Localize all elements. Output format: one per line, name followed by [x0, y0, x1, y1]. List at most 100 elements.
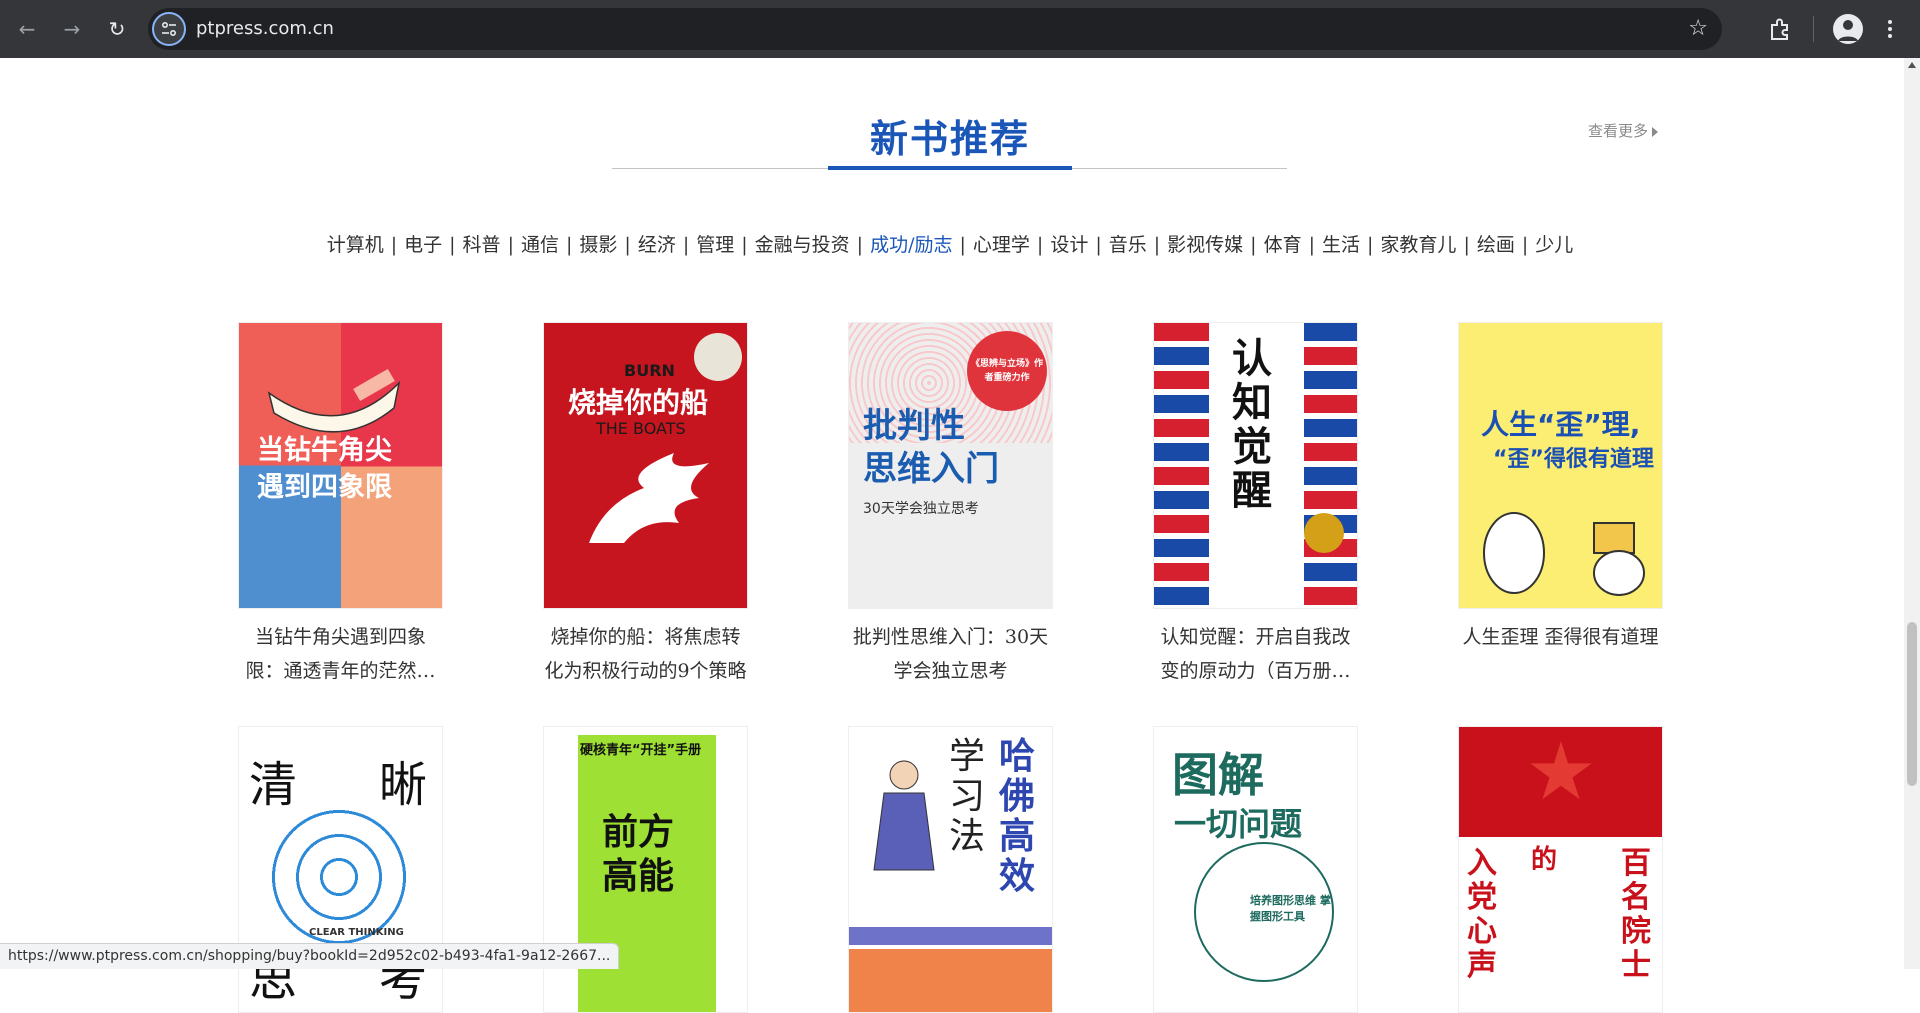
category-separator: |	[390, 234, 398, 256]
back-icon[interactable]: ←	[10, 12, 44, 46]
url-text[interactable]: ptpress.com.cn	[196, 18, 334, 39]
cover-subtitle: 硬核青年“开挂”手册	[580, 743, 702, 758]
cover-title: 烧掉你的船	[568, 386, 709, 419]
book-cover[interactable]: 认知觉醒	[1153, 322, 1358, 609]
book-title-line[interactable]: 限：通透青年的茫然…	[218, 654, 463, 688]
cover-title: 批判性	[863, 406, 965, 446]
book-title-line[interactable]: 批判性思维入门：30天	[828, 620, 1073, 654]
cover-title: 学习法	[949, 736, 986, 857]
cover-subtitle: 30天学会独立思考	[863, 501, 979, 517]
cover-subtitle: 培养图形思维 掌握图形工具	[1250, 894, 1331, 923]
book-title-line[interactable]: 当钻牛角尖遇到四象	[218, 620, 463, 654]
book-title[interactable]: 烧掉你的船：将焦虑转 化为积极行动的9个策略	[523, 620, 768, 688]
book-cover[interactable]: BURN 烧掉你的船 THE BOATS	[543, 322, 748, 609]
category-separator: |	[1036, 234, 1044, 256]
bookmark-star-icon[interactable]: ☆	[1688, 16, 1708, 41]
cover-title: 认知觉醒	[1232, 336, 1272, 514]
cover-title: 当钻牛角尖	[257, 435, 392, 466]
site-info-icon[interactable]	[152, 12, 186, 46]
category-music[interactable]: 音乐	[1107, 230, 1149, 257]
category-separator: |	[1367, 234, 1374, 256]
browser-menu-icon[interactable]	[1880, 14, 1900, 44]
scrollbar-thumb[interactable]	[1907, 622, 1917, 786]
category-separator: |	[682, 234, 690, 256]
cover-title: 的	[1531, 845, 1558, 875]
cover-title: 思维入门	[863, 449, 999, 489]
book-cover[interactable]: 图解 一切问题 培养图形思维 掌握图形工具	[1153, 726, 1358, 1013]
category-separator: |	[856, 234, 864, 256]
category-separator: |	[1521, 234, 1529, 256]
book-title[interactable]: 人生歪理 歪得很有道理	[1438, 620, 1683, 654]
category-management[interactable]: 管理	[694, 230, 736, 257]
category-separator: |	[959, 234, 966, 256]
book-title-line[interactable]: 认知觉醒：开启自我改	[1133, 620, 1378, 654]
book-cover[interactable]: 当钻牛角尖 遇到四象限	[238, 322, 443, 609]
category-nav: 计算机 | 电子 | 科普 | 通信 | 摄影 | 经济 | 管理 | 金融与投资 | 成功/励志 | 心理学 | 设计…	[0, 230, 1900, 257]
book-title[interactable]: 认知觉醒：开启自我改 变的原动力（百万册…	[1133, 620, 1378, 688]
cover-title: 哈佛高效	[999, 736, 1036, 897]
cover-subtitle: BURN	[624, 361, 675, 380]
link-status-bar: https://www.ptpress.com.cn/shopping/buy?…	[0, 943, 620, 969]
cover-subtitle: CLEAR THINKING	[309, 927, 404, 938]
book-cover[interactable]: 清 晰 思 考 CLEAR THINKING	[238, 726, 443, 1013]
category-sports[interactable]: 体育	[1262, 230, 1304, 257]
category-separator: |	[565, 234, 573, 256]
category-separator: |	[1095, 234, 1102, 256]
category-communication[interactable]: 通信	[519, 230, 561, 257]
category-painting[interactable]: 绘画	[1475, 230, 1517, 257]
book-title-line[interactable]: 变的原动力（百万册…	[1133, 654, 1378, 688]
cover-title: 人生“歪”理,	[1481, 408, 1641, 441]
category-separator: |	[1308, 234, 1315, 256]
category-popular-science[interactable]: 科普	[461, 230, 503, 257]
book-title[interactable]: 当钻牛角尖遇到四象 限：通透青年的茫然…	[218, 620, 463, 688]
category-success[interactable]: 成功/励志	[868, 230, 954, 257]
category-separator: |	[507, 234, 514, 256]
category-media[interactable]: 影视传媒	[1165, 230, 1245, 257]
book-cover[interactable]: 人生“歪”理, “歪”得很有道理	[1458, 322, 1663, 609]
see-more-label[interactable]: 查看更多	[1588, 122, 1648, 140]
cover-title: 晰	[379, 757, 428, 813]
category-computer[interactable]: 计算机	[325, 230, 386, 257]
book-cover[interactable]: 硬核青年“开挂”手册 前方 高能	[543, 726, 748, 1013]
cover-title: 图解	[1172, 748, 1264, 802]
cover-title: 遇到四象限	[257, 472, 392, 503]
book-title-line[interactable]: 化为积极行动的9个策略	[523, 654, 768, 688]
triangle-right-icon	[1652, 127, 1659, 137]
category-parenting[interactable]: 家教育儿	[1378, 230, 1458, 257]
category-photography[interactable]: 摄影	[577, 230, 619, 257]
address-bar[interactable]: ptpress.com.cn ☆	[148, 8, 1722, 50]
cover-badge: 《思辨与立场》作者重磅力作	[971, 359, 1044, 383]
category-electronics[interactable]: 电子	[402, 230, 444, 257]
book-title[interactable]: 批判性思维入门：30天 学会独立思考	[828, 620, 1073, 688]
page-scrollbar[interactable]	[1904, 58, 1920, 969]
browser-toolbar: ← → ↻ ptpress.com.cn ☆	[0, 0, 1920, 58]
book-title-line[interactable]: 学会独立思考	[828, 654, 1073, 688]
see-more-link[interactable]: 查看更多	[1588, 120, 1659, 141]
cover-title: 高能	[602, 856, 675, 897]
forward-icon[interactable]: →	[55, 12, 89, 46]
category-separator: |	[1463, 234, 1470, 256]
cover-subtitle: THE BOATS	[596, 419, 686, 438]
title-accent-bar	[828, 166, 1072, 170]
book-cover[interactable]: 入党心声 的 百名院士	[1458, 726, 1663, 1013]
cover-title: 百名院士	[1621, 846, 1651, 983]
scroll-up-icon[interactable]	[1908, 62, 1916, 68]
book-cover[interactable]: 《思辨与立场》作者重磅力作 批判性 思维入门 30天学会独立思考	[848, 322, 1053, 609]
category-finance[interactable]: 金融与投资	[753, 230, 852, 257]
category-economics[interactable]: 经济	[636, 230, 678, 257]
category-separator: |	[624, 234, 631, 256]
category-psychology[interactable]: 心理学	[971, 230, 1032, 257]
category-separator: |	[1153, 234, 1161, 256]
book-title-line[interactable]: 烧掉你的船：将焦虑转	[523, 620, 768, 654]
category-design[interactable]: 设计	[1048, 230, 1090, 257]
category-separator: |	[741, 234, 748, 256]
extensions-icon[interactable]	[1765, 14, 1795, 44]
reload-icon[interactable]: ↻	[100, 12, 134, 46]
category-children[interactable]: 少儿	[1533, 230, 1575, 257]
category-life[interactable]: 生活	[1320, 230, 1362, 257]
cover-title: 入党心声	[1467, 846, 1497, 983]
cover-title: 清	[249, 757, 298, 813]
book-title-line[interactable]: 人生歪理 歪得很有道理	[1438, 620, 1683, 654]
book-cover[interactable]: 学习法 哈佛高效	[848, 726, 1053, 1013]
profile-avatar-icon[interactable]	[1833, 14, 1863, 44]
